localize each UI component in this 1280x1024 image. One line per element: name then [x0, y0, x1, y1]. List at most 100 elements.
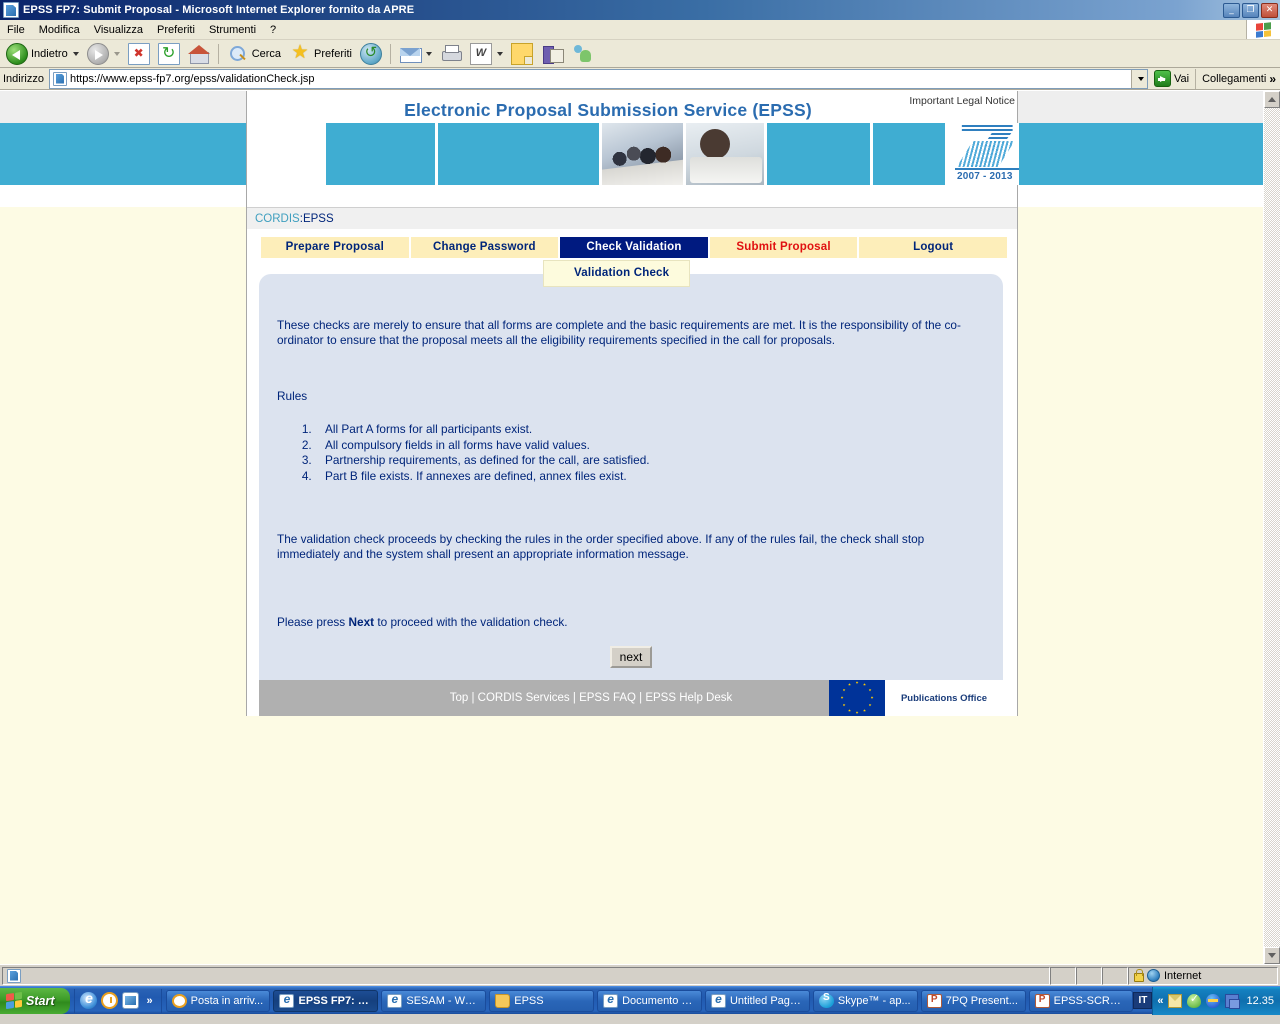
language-indicator[interactable]: IT [1133, 992, 1153, 1009]
home-button[interactable] [184, 42, 214, 66]
word-icon [469, 42, 492, 65]
research-icon [541, 43, 564, 65]
tab-change-password[interactable]: Change Password [410, 237, 559, 258]
task-button[interactable]: Posta in arriv... [165, 989, 271, 1012]
address-dropdown-button[interactable] [1131, 69, 1148, 88]
edit-word-button[interactable] [466, 42, 507, 66]
tab-submit-proposal[interactable]: Submit Proposal [709, 237, 858, 258]
print-button[interactable] [436, 42, 466, 66]
menu-item-strumenti[interactable]: Strumenti [202, 22, 263, 38]
task-icon-folder [495, 993, 511, 1008]
tray-audio-icon[interactable] [1206, 993, 1221, 1008]
forward-dropdown-icon[interactable] [113, 51, 120, 56]
mail-icon [399, 43, 422, 65]
press-prefix: Please press [277, 615, 349, 629]
tray-clock[interactable]: 12.35 [1244, 995, 1274, 1007]
page-header: Important Legal Notice Electronic Propos… [247, 91, 1019, 207]
content-panel: Validation Check These checks are merely… [259, 260, 1003, 680]
nav-tabs: Prepare Proposal Change Password Check V… [247, 229, 1017, 258]
address-input[interactable]: https://www.epss-fp7.org/epss/validation… [48, 68, 1149, 89]
task-label: Untitled Page... [729, 994, 804, 1007]
task-button-active[interactable]: EPSS FP7: S... [273, 989, 379, 1012]
links-bar[interactable]: Collegamenti » [1195, 68, 1280, 89]
next-button[interactable]: next [609, 645, 653, 668]
history-button[interactable] [356, 42, 386, 66]
task-button[interactable]: Untitled Page... [704, 989, 810, 1012]
refresh-button[interactable] [154, 42, 184, 66]
notes-button[interactable] [507, 42, 537, 66]
status-page-icon [7, 968, 21, 983]
tab-logout[interactable]: Logout [859, 237, 1007, 258]
search-label: Cerca [251, 47, 282, 60]
breadcrumb-cordis[interactable]: CORDIS [255, 213, 300, 225]
address-url-text: https://www.epss-fp7.org/epss/validation… [69, 72, 315, 85]
back-arrow-icon [6, 42, 28, 65]
favorites-button[interactable]: Preferiti [285, 41, 356, 66]
task-button[interactable]: Skype™ - ap... [812, 989, 918, 1012]
tray-mail-icon[interactable] [1168, 993, 1183, 1008]
windows-flag-icon [6, 991, 22, 1010]
task-button[interactable]: 7PQ Present... [920, 989, 1026, 1012]
forward-button[interactable] [83, 42, 124, 66]
vertical-scrollbar[interactable] [1263, 91, 1280, 964]
back-button[interactable]: Indietro [2, 42, 83, 66]
menu-item-visualizza[interactable]: Visualizza [87, 22, 150, 38]
task-button[interactable]: EPSS [489, 989, 595, 1012]
press-suffix: to proceed with the validation check. [374, 615, 568, 629]
restore-button[interactable]: ❐ [1242, 2, 1259, 18]
mail-button[interactable] [395, 42, 436, 66]
task-button[interactable]: EPSS-SCREE... [1028, 989, 1134, 1012]
page-footer: Top | CORDIS Services | EPSS FAQ | EPSS … [259, 680, 1003, 716]
task-label: Documento s... [622, 994, 696, 1007]
breadcrumb: CORDIS: EPSS [247, 207, 1017, 229]
quicklaunch-ie-icon[interactable] [80, 990, 98, 1009]
scroll-up-button[interactable] [1264, 91, 1280, 108]
task-icon-skype [818, 992, 834, 1008]
back-dropdown-icon[interactable] [72, 51, 79, 56]
quicklaunch-chevron-icon[interactable]: » [143, 995, 155, 1007]
search-button[interactable]: Cerca [223, 42, 285, 66]
next-button-wrapper: next [259, 645, 1003, 668]
task-button[interactable]: Documento s... [597, 989, 702, 1012]
rules-heading: Rules [277, 389, 308, 403]
go-button[interactable]: Vai [1148, 70, 1195, 87]
links-chevron-icon[interactable]: » [1269, 72, 1276, 86]
menu-item-modifica[interactable]: Modifica [32, 22, 87, 38]
fp7-underline [954, 168, 1019, 170]
word-dropdown-icon[interactable] [496, 51, 503, 56]
tray-network-icon[interactable] [1225, 993, 1241, 1009]
task-button[interactable]: SESAM - Wel... [381, 989, 487, 1012]
menu-item-help[interactable]: ? [263, 22, 283, 38]
tab-check-validation[interactable]: Check Validation [560, 237, 708, 258]
header-banner: 2007 - 2013 [326, 123, 1019, 185]
page-canvas: Important Legal Notice Electronic Propos… [0, 91, 1263, 964]
refresh-icon [157, 42, 180, 65]
publications-office-badge: Publications Office [829, 680, 1003, 716]
research-button[interactable] [537, 42, 567, 66]
menu-bar: File Modifica Visualizza Preferiti Strum… [0, 20, 1280, 40]
messenger-button[interactable] [567, 42, 597, 66]
tray-antivirus-icon[interactable] [1187, 992, 1202, 1008]
window-title-bar: EPSS FP7: Submit Proposal - Microsoft In… [0, 0, 1280, 20]
taskbar: Start » Posta in arriv... EPSS FP7: S...… [0, 986, 1280, 1015]
task-label: Skype™ - ap... [837, 994, 911, 1007]
subtab-validation-check[interactable]: Validation Check [543, 260, 691, 287]
procedure-paragraph: The validation check proceeds by checkin… [277, 532, 925, 561]
mail-dropdown-icon[interactable] [425, 51, 432, 56]
note-icon [510, 42, 533, 65]
stop-button[interactable] [124, 42, 154, 66]
minimize-button[interactable]: _ [1223, 2, 1240, 18]
back-label: Indietro [31, 47, 68, 60]
start-button[interactable]: Start [0, 987, 71, 1014]
menu-item-file[interactable]: File [0, 22, 32, 38]
fp7-wave-icon [956, 141, 1015, 167]
task-icon-powerpoint [926, 993, 942, 1008]
close-button[interactable]: ✕ [1261, 2, 1278, 18]
rule-item: Part B file exists. If annexes are defin… [315, 469, 1003, 485]
scroll-down-button[interactable] [1264, 947, 1280, 964]
menu-item-preferiti[interactable]: Preferiti [150, 22, 202, 38]
quicklaunch-clock-icon[interactable] [101, 992, 119, 1009]
quicklaunch-outlook-icon[interactable] [122, 992, 140, 1009]
tray-expand-icon[interactable]: « [1157, 995, 1163, 1007]
tab-prepare-proposal[interactable]: Prepare Proposal [261, 237, 409, 258]
